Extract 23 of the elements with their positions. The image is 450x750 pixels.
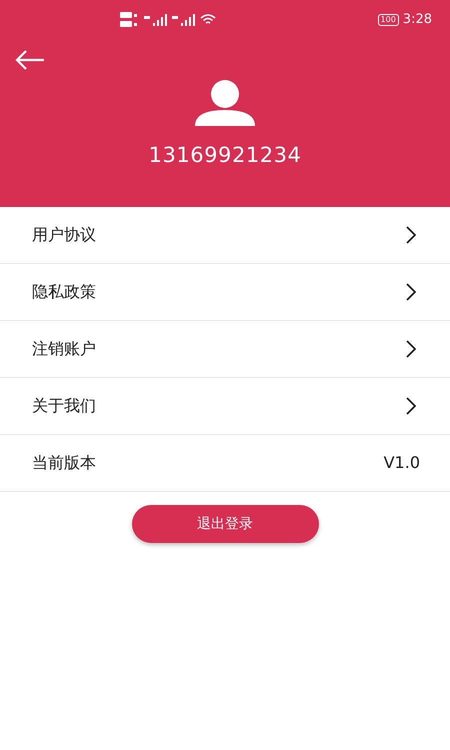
phone-number: 13169921234 xyxy=(148,142,302,169)
logout-button[interactable]: 退出登录 xyxy=(132,505,318,543)
version-value: V1.0 xyxy=(384,452,420,474)
chevron-right-icon xyxy=(406,397,416,415)
signal-icon xyxy=(172,14,196,26)
menu-label: 关于我们 xyxy=(32,395,96,417)
user-avatar-icon xyxy=(193,80,257,126)
menu-label: 注销账户 xyxy=(32,338,96,360)
menu-item[interactable]: 隐私政策 xyxy=(0,264,450,321)
chevron-right-icon xyxy=(406,283,416,301)
menu-label: 用户协议 xyxy=(32,224,96,246)
chevron-right-icon xyxy=(406,226,416,244)
menu-item[interactable]: 用户协议 xyxy=(0,207,450,264)
status-time: 3:28 xyxy=(402,11,432,30)
chevron-right-icon xyxy=(406,340,416,358)
back-arrow-icon[interactable] xyxy=(14,50,46,70)
menu-item[interactable]: 关于我们 xyxy=(0,378,450,435)
signal-icon xyxy=(144,14,168,26)
menu-label: 隐私政策 xyxy=(32,281,96,303)
menu-item[interactable]: 注销账户 xyxy=(0,321,450,378)
wifi-icon xyxy=(200,14,216,26)
battery-indicator: 100 xyxy=(378,14,399,26)
menu-label: 当前版本 xyxy=(32,452,96,474)
